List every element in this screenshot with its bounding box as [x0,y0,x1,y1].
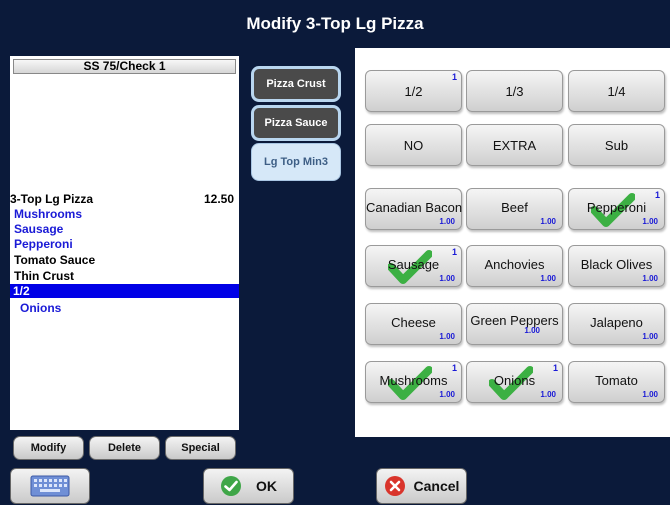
modifier-text: Pepperoni [14,237,73,251]
modifier-grid: 1 1/2 1/3 1/4 NO EXTRA Sub Canadian Baco… [355,48,670,437]
modify-button[interactable]: Modify [13,436,84,460]
item-name: 3-Top Lg Pizza [10,192,94,206]
check-panel: SS 75/Check 1 3-Top Lg Pizza 12.50 Mushr… [10,56,239,430]
ok-label: OK [256,478,277,494]
selection-count: 1 [451,72,457,82]
ok-button[interactable]: OK [203,468,294,504]
portion-half-button[interactable]: 1 1/2 [365,70,462,112]
qualifier-extra-button[interactable]: EXTRA [466,124,563,166]
button-label: Anchovies [484,257,545,272]
button-label: Onions [493,373,536,388]
check-line-modifier[interactable]: Mushrooms [10,206,239,222]
button-label: Beef [501,200,528,215]
check-line-modifier[interactable]: Sausage [10,221,239,237]
button-label: Black Olives [580,257,653,272]
portion-third-button[interactable]: 1/3 [466,70,563,112]
special-button[interactable]: Special [165,436,236,460]
button-label: 1/3 [505,84,524,99]
modifier-text: 1/2 [13,284,30,298]
cancel-x-icon [384,476,405,496]
topping-pepperoni-button[interactable]: 1 Pepperoni 1.00 [568,188,665,230]
price-label: 1.00 [439,390,455,399]
price-label: 1.00 [439,217,455,226]
button-label: NO [403,138,424,153]
check-line-item[interactable]: 3-Top Lg Pizza 12.50 [10,191,239,207]
price-label: 1.00 [540,390,556,399]
check-line-modifier[interactable]: Tomato Sauce [10,252,239,268]
topping-beef-button[interactable]: Beef 1.00 [466,188,563,230]
modifier-text: Mushrooms [14,207,83,221]
portion-quarter-button[interactable]: 1/4 [568,70,665,112]
modifier-text: Thin Crust [14,269,74,283]
topping-jalapeno-button[interactable]: Jalapeno 1.00 [568,303,665,345]
qualifier-sub-button[interactable]: Sub [568,124,665,166]
button-label: Green Peppers [470,313,559,328]
check-header: SS 75/Check 1 [13,59,236,74]
keyboard-icon [30,475,70,497]
topping-tomato-button[interactable]: Tomato 1.00 [568,361,665,403]
price-label: 1.00 [524,326,540,335]
check-line-modifier[interactable]: Onions [10,300,239,316]
button-label: Mushrooms [379,373,448,388]
button-label: EXTRA [492,138,537,153]
topping-anchovies-button[interactable]: Anchovies 1.00 [466,245,563,287]
topping-onions-button[interactable]: 1 Onions 1.00 [466,361,563,403]
button-label: Pepperoni [586,200,647,215]
cancel-label: Cancel [413,478,460,494]
selection-count: 1 [451,363,457,373]
category-pizza-crust[interactable]: Pizza Crust [251,66,341,102]
topping-mushrooms-button[interactable]: 1 Mushrooms 1.00 [365,361,462,403]
modifier-text: Onions [20,301,62,315]
button-label: Sausage [387,257,440,272]
topping-green-peppers-button[interactable]: Green Peppers 1.00 [466,303,563,345]
item-amount: 12.50 [203,192,234,206]
qualifier-no-button[interactable]: NO [365,124,462,166]
cancel-button[interactable]: Cancel [376,468,467,504]
button-label: Sub [604,138,629,153]
price-label: 1.00 [540,274,556,283]
topping-canadian-bacon-button[interactable]: Canadian Bacon 1.00 [365,188,462,230]
check-circle-icon [221,476,241,496]
check-line-selected[interactable]: 1/2 [10,284,239,298]
delete-button[interactable]: Delete [89,436,160,460]
button-label: 1/4 [607,84,626,99]
selection-count: 1 [552,363,558,373]
button-label: Cheese [391,315,436,330]
button-label: Canadian Bacon [366,200,463,215]
button-label: Tomato [595,373,638,388]
check-line-modifier[interactable]: Pepperoni [10,236,239,252]
price-label: 1.00 [642,390,658,399]
window-title: Modify 3-Top Lg Pizza [0,0,670,48]
modifier-text: Sausage [14,222,64,236]
category-pizza-sauce[interactable]: Pizza Sauce [251,105,341,141]
topping-black-olives-button[interactable]: Black Olives 1.00 [568,245,665,287]
topping-cheese-button[interactable]: Cheese 1.00 [365,303,462,345]
modifier-text: Tomato Sauce [14,253,96,267]
button-label: 1/2 [404,84,423,99]
topping-sausage-button[interactable]: 1 Sausage 1.00 [365,245,462,287]
price-label: 1.00 [642,332,658,341]
price-label: 1.00 [540,217,556,226]
check-line-modifier[interactable]: Thin Crust [10,268,239,284]
keyboard-button[interactable] [10,468,90,504]
price-label: 1.00 [642,274,658,283]
category-lg-top-min3[interactable]: Lg Top Min3 [251,143,341,181]
price-label: 1.00 [439,274,455,283]
price-label: 1.00 [439,332,455,341]
selection-count: 1 [654,190,660,200]
button-label: Jalapeno [590,315,643,330]
price-label: 1.00 [642,217,658,226]
selection-count: 1 [451,247,457,257]
